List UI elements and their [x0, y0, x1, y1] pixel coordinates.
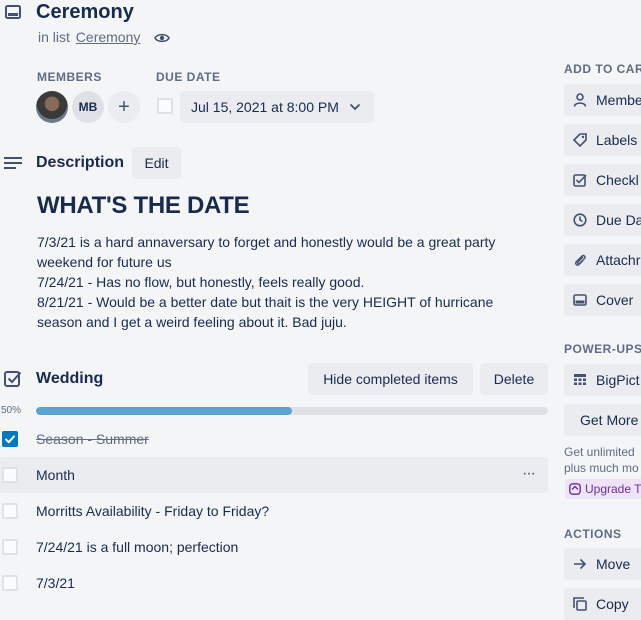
item-checkbox[interactable]	[2, 467, 18, 483]
sidebar-labels-label: Labels	[596, 132, 638, 148]
item-checkbox[interactable]	[2, 575, 18, 591]
add-to-card-label: ADD TO CAR	[564, 62, 641, 76]
progress-fill	[36, 407, 292, 415]
bigpicture-label: BigPict	[596, 372, 640, 388]
description-line: 7/24/21 - Has no flow, but honestly, fee…	[37, 274, 365, 290]
promo-line: plus much mo	[564, 461, 639, 475]
sidebar-attachment-button[interactable]: Attachr	[564, 244, 641, 276]
sidebar-cover-label: Cover	[596, 292, 634, 308]
sidebar-checklist-label: Checkl	[596, 172, 639, 188]
copy-icon	[572, 596, 588, 612]
hide-completed-button[interactable]: Hide completed items	[308, 363, 473, 395]
description-body: 7/3/21 is a hard annaversary to forget a…	[37, 232, 495, 332]
due-date-button[interactable]: Jul 15, 2021 at 8:00 PM	[180, 91, 374, 123]
due-date-checkbox[interactable]	[157, 98, 173, 114]
item-checkbox[interactable]	[2, 503, 18, 519]
item-text: 7/3/21	[36, 575, 75, 591]
description-title: WHAT'S THE DATE	[37, 192, 250, 219]
copy-button[interactable]: Copy	[564, 588, 641, 620]
progress-track	[36, 407, 548, 415]
sidebar-members-button[interactable]: Membe	[564, 84, 641, 116]
checklist-icon	[572, 172, 588, 188]
item-text: Month	[36, 467, 75, 483]
label-icon	[572, 132, 588, 148]
power-ups-label: POWER-UPS	[564, 342, 641, 356]
description-line: season and I get a weird feeling about i…	[37, 314, 347, 330]
member-initials-avatar[interactable]: MB	[72, 91, 104, 123]
item-text: Season - Summer	[36, 431, 149, 447]
members-label: MEMBERS	[37, 70, 102, 84]
promo-text: Get unlimited plus much mo	[564, 444, 639, 476]
move-button[interactable]: Move	[564, 548, 641, 580]
list-info: in list Ceremony	[38, 29, 171, 45]
get-more-powerups-button[interactable]: Get More	[564, 404, 641, 436]
checklist-item[interactable]: Season - Summer	[0, 421, 548, 457]
list-link[interactable]: Ceremony	[76, 29, 141, 45]
sidebar-checklist-button[interactable]: Checkl	[564, 164, 641, 196]
delete-checklist-button[interactable]: Delete	[480, 363, 548, 395]
avatar[interactable]	[36, 91, 68, 123]
description-line: 8/21/21 - Would be a better date but tha…	[37, 294, 494, 310]
checklist-title[interactable]: Wedding	[36, 370, 103, 388]
arrow-right-icon	[572, 556, 588, 572]
description-line: weekend for future us	[37, 254, 172, 270]
sidebar-labels-button[interactable]: Labels	[564, 124, 641, 156]
eye-icon[interactable]	[154, 32, 171, 44]
checklist-icon	[4, 370, 22, 388]
chevron-down-icon	[349, 103, 361, 111]
item-text: 7/24/21 is a full moon; perfection	[36, 539, 239, 555]
person-icon	[572, 92, 588, 108]
due-date-value: Jul 15, 2021 at 8:00 PM	[191, 99, 339, 115]
actions-label: ACTIONS	[564, 527, 622, 541]
promo-line: Get unlimited	[564, 445, 635, 459]
upgrade-icon	[569, 483, 581, 495]
checklist-item[interactable]: 7/24/21 is a full moon; perfection	[0, 529, 548, 565]
bigpicture-powerup-button[interactable]: BigPict	[564, 364, 641, 396]
get-more-label: Get More	[580, 412, 639, 428]
description-line: 7/3/21 is a hard annaversary to forget a…	[37, 234, 496, 250]
cover-icon	[572, 292, 588, 308]
item-text: Morritts Availability - Friday to Friday…	[36, 503, 270, 519]
progress-percent: 50%	[1, 405, 22, 416]
description-heading: Description	[36, 154, 125, 171]
sidebar-attachment-label: Attachr	[596, 252, 641, 268]
sidebar-due-date-button[interactable]: Due Da	[564, 204, 641, 236]
card-icon	[4, 4, 22, 20]
copy-label: Copy	[596, 596, 629, 612]
sidebar-due-date-label: Due Da	[596, 212, 641, 228]
sidebar-members-label: Membe	[596, 92, 641, 108]
item-checkbox[interactable]	[2, 431, 18, 447]
checklist-item[interactable]: 7/3/21	[0, 565, 548, 601]
calendar-grid-icon	[572, 372, 588, 388]
checklist-item[interactable]: Morritts Availability - Friday to Friday…	[0, 493, 548, 529]
item-checkbox[interactable]	[2, 539, 18, 555]
paperclip-icon	[572, 252, 588, 268]
add-member-button[interactable]: +	[108, 91, 140, 123]
upgrade-label: Upgrade T	[585, 482, 641, 496]
checklist-item[interactable]: Month ···	[0, 457, 548, 493]
description-icon	[4, 155, 22, 171]
in-list-prefix: in list	[38, 29, 70, 45]
clock-icon	[572, 212, 588, 228]
card-title[interactable]: Ceremony	[36, 0, 134, 24]
move-label: Move	[596, 556, 631, 572]
sidebar-cover-button[interactable]: Cover	[564, 284, 641, 316]
item-more-button[interactable]: ···	[522, 465, 536, 483]
edit-description-button[interactable]: Edit	[132, 147, 181, 179]
due-date-label: DUE DATE	[156, 70, 221, 84]
upgrade-button[interactable]: Upgrade T	[565, 479, 641, 499]
